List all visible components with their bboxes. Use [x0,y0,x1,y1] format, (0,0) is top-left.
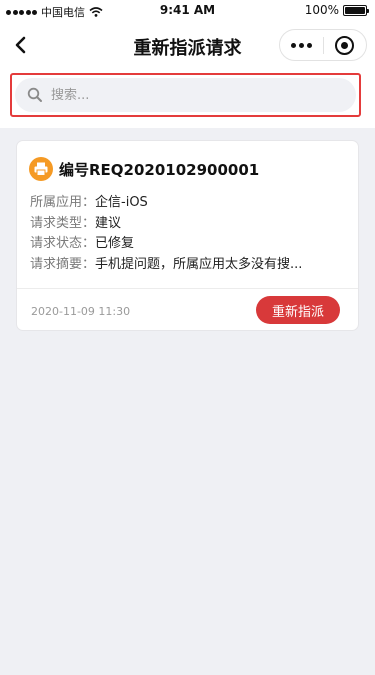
field-summary: 请求摘要：手机提问题，所属应用太多没有搜... [30,255,302,276]
field-label: 请求摘要： [30,256,96,272]
status-right: 100% [304,3,369,17]
card-divider [17,288,358,289]
request-card[interactable]: 编号REQ2020102900001 所属应用：企信-iOS 请求类型：建议 请… [16,140,359,331]
field-label: 请求类型： [30,215,96,231]
navigation-bar: 重新指派请求 [0,22,375,68]
battery-icon [343,4,369,16]
field-status: 请求状态：已修复 [30,234,302,255]
field-value: 企信-iOS [95,195,148,210]
search-highlight-frame [10,73,361,117]
field-value: 手机提问题，所属应用太多没有搜... [95,256,303,272]
field-label: 所属应用： [30,195,96,210]
capsule-divider [323,37,324,54]
search-input[interactable] [51,78,341,112]
search-bar[interactable] [15,78,356,112]
target-icon[interactable] [335,36,354,55]
field-value: 已修复 [95,236,135,251]
reassign-button[interactable]: 重新指派 [256,296,340,324]
request-number: 编号REQ2020102900001 [59,160,260,179]
field-app: 所属应用：企信-iOS [30,193,302,214]
request-fields: 所属应用：企信-iOS 请求类型：建议 请求状态：已修复 请求摘要：手机提问题，… [30,193,302,275]
status-bar: 中国电信 9:41 AM 100% [0,0,375,20]
printer-icon [29,157,53,181]
request-timestamp: 2020-11-09 11:30 [31,305,131,318]
more-dots-icon[interactable] [280,30,323,60]
field-type: 请求类型：建议 [30,214,302,235]
battery-percent: 100% [304,3,339,17]
field-label: 请求状态： [30,236,96,251]
search-icon [27,87,42,102]
mini-program-capsule [279,29,367,61]
card-header: 编号REQ2020102900001 [29,157,259,181]
header-area: 中国电信 9:41 AM 100% 重新指派请求 [0,0,375,128]
field-value: 建议 [95,215,122,231]
